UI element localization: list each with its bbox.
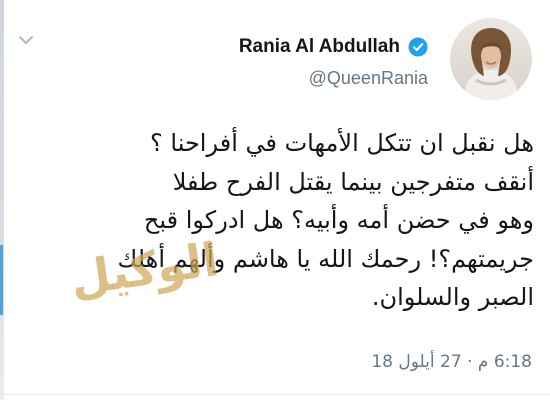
tweet-header: Rania Al Abdullah @QueenRania: [12, 18, 532, 108]
tweet-text-line: أنقف متفرجين بينما يقتل الفرح طفلا: [172, 167, 534, 196]
tweet-text-line: جريمتهم؟! رحمك الله يا هاشم وألهم أهلك: [117, 244, 534, 273]
verified-badge-icon: [408, 37, 428, 57]
display-name[interactable]: Rania Al Abdullah: [239, 36, 400, 58]
user-handle[interactable]: @QueenRania: [309, 68, 428, 89]
tweet-text-line: هل نقبل ان تتكل الأمهات في أفراحنا ؟: [150, 129, 534, 157]
left-accent-bar: [0, 245, 3, 315]
tweet-text: هل نقبل ان تتكل الأمهات في أفراحنا ؟ أنق…: [20, 124, 534, 317]
name-row: Rania Al Abdullah: [239, 36, 428, 58]
left-edge: [0, 0, 4, 400]
avatar[interactable]: [450, 18, 532, 100]
divider: [0, 394, 550, 395]
tweet-text-line: وهو في حضن أمه وأبيه؟ هل ادركوا قبح: [143, 206, 534, 234]
tweet-text-line: الصبر والسلوان.: [371, 283, 534, 311]
tweet-timestamp[interactable]: 6:18 م · 27 أيلول 18: [371, 352, 532, 372]
